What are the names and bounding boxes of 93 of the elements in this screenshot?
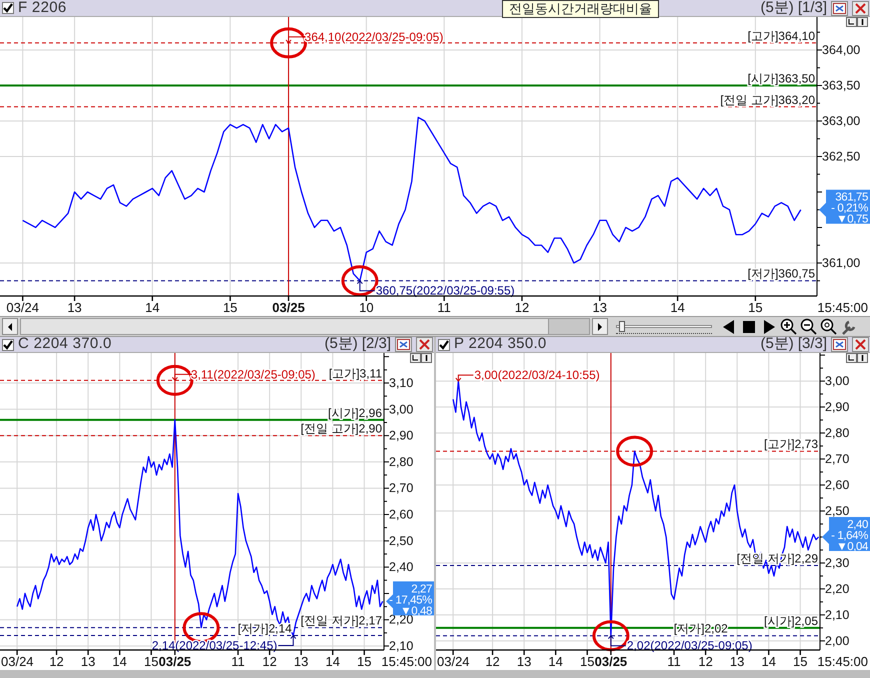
y-tick-label: 2,70 — [825, 452, 850, 466]
y-tick-label: 362,50 — [822, 150, 860, 164]
x-tick-label: 03/25 — [158, 654, 192, 669]
level-label: [시가]2,05 — [764, 614, 818, 628]
change-rate: - 1,64% — [831, 530, 868, 542]
x-tick-label: 03/25 — [594, 654, 628, 669]
y-tick-label: 2,50 — [825, 504, 850, 518]
y-tick-label: 2,10 — [389, 639, 414, 654]
level-label: [시가]2,96 — [328, 406, 382, 420]
y-tick-label: 2,80 — [825, 426, 850, 440]
extreme-label: 3,11(2022/03/25-09:05) — [190, 367, 316, 382]
y-tick-label: 2,40 — [389, 560, 414, 574]
x-tick-label: 13 — [67, 300, 82, 315]
x-tick-label: 14 — [548, 654, 563, 669]
level-label: [고가]364,10 — [748, 28, 815, 43]
x-tick-label: 12 — [485, 654, 500, 669]
chart-title: F 2206 — [18, 0, 66, 18]
x-tick-label: 11 — [437, 300, 451, 315]
last-price: 2,40 — [847, 518, 868, 531]
x-tick-label: 13 — [730, 654, 744, 669]
x-tick-label: 12 — [49, 654, 64, 669]
x-tick-label: 11 — [667, 654, 681, 669]
x-tick-label: 13 — [592, 300, 608, 315]
x-tick-label: 15 — [357, 654, 372, 669]
x-tick-label: 13 — [294, 654, 308, 669]
last-price: 2,27 — [411, 583, 432, 596]
x-tick-label: 03/25 — [272, 300, 305, 315]
x-tick-label: 12 — [514, 300, 530, 315]
extreme-label: 3,00(2022/03/24-10:55) — [474, 368, 600, 382]
y-tick-label: 2,50 — [389, 534, 414, 548]
x-tick-label: 15 — [580, 654, 594, 669]
page-indicator: [3/3] — [798, 334, 827, 354]
level-label: [저가]360,75 — [748, 266, 815, 281]
x-tick-label: 13 — [80, 654, 96, 669]
x-tick-label: 14 — [325, 654, 340, 669]
level-label: [전일 저가]2,17 — [300, 614, 382, 628]
y-tick-label: 3,00 — [825, 374, 850, 388]
time-label: 15:45:00 — [817, 654, 868, 669]
x-tick-label: 03/24 — [6, 300, 39, 315]
period-label: (5분) — [760, 334, 794, 354]
x-tick-label: 15 — [222, 300, 238, 315]
y-tick-label: 364,00 — [822, 43, 860, 57]
last-price: 361,75 — [835, 192, 868, 204]
page-indicator: [1/3] — [798, 0, 827, 18]
time-label: 15:45:00 — [381, 654, 432, 669]
x-tick-label: 15 — [793, 654, 808, 669]
x-tick-label: 12 — [262, 654, 277, 669]
page-indicator: [2/3] — [362, 334, 391, 354]
x-tick-label: 11 — [231, 654, 245, 669]
level-label: [고가]3,11 — [328, 366, 382, 380]
time-label: 15:45:00 — [817, 300, 868, 315]
change-amount: ▼0,04 — [836, 540, 868, 553]
y-tick-label: 2,20 — [825, 582, 850, 596]
y-tick-label: 3,00 — [389, 402, 414, 416]
level-label: [전일 고가]363,20 — [720, 92, 815, 107]
x-tick-label: 15 — [748, 300, 763, 315]
extreme-label: 364,10(2022/03/25-09:05) — [304, 30, 444, 44]
x-tick-label: 13 — [516, 654, 532, 669]
period-label: (5분) — [324, 334, 358, 354]
y-tick-label: 2,80 — [389, 454, 414, 469]
y-tick-label: 3,10 — [389, 376, 414, 390]
x-tick-label: 15 — [144, 654, 158, 669]
x-tick-label: 03/24 — [1, 654, 34, 669]
level-label: [전일 고가]2,90 — [300, 422, 382, 436]
y-tick-label: 2,70 — [389, 481, 414, 496]
extreme-label: 360,75(2022/03/25-09:55) — [376, 284, 515, 298]
extreme-label: 2,02(2022/03/25-09:05) — [626, 638, 752, 653]
level-label: [시가]363,50 — [748, 72, 815, 86]
change-rate: - 17,45% — [389, 594, 432, 606]
level-label: [고가]2,73 — [764, 437, 818, 452]
change-amount: ▼0,75 — [836, 214, 868, 226]
x-tick-label: 12 — [698, 654, 713, 669]
y-tick-label: 2,90 — [389, 428, 414, 443]
y-tick-label: 363,50 — [822, 78, 860, 92]
y-tick-label: 361,00 — [822, 256, 860, 270]
x-tick-label: 14 — [145, 300, 160, 315]
x-tick-label: 14 — [761, 654, 776, 669]
chart-title: C 2204 370.0 — [18, 334, 112, 354]
y-tick-label: 2,30 — [825, 556, 850, 570]
y-tick-label: 2,10 — [825, 608, 850, 622]
x-tick-label: 03/24 — [437, 654, 470, 669]
y-tick-label: 2,60 — [389, 508, 414, 522]
y-tick-label: 2,90 — [825, 400, 850, 414]
x-tick-label: 14 — [670, 300, 685, 315]
x-tick-label: 14 — [112, 654, 127, 669]
tooltip: 전일동시간거래량대비율 — [502, 0, 659, 18]
y-tick-label: 363,00 — [822, 114, 860, 128]
chart-title: P 2204 350.0 — [454, 334, 547, 354]
change-rate: - 0,21% — [831, 202, 868, 215]
x-tick-label: 10 — [359, 300, 374, 315]
y-tick-label: 2,00 — [825, 634, 850, 648]
period-label: (5분) — [760, 0, 794, 18]
y-tick-label: 2,60 — [825, 478, 850, 492]
